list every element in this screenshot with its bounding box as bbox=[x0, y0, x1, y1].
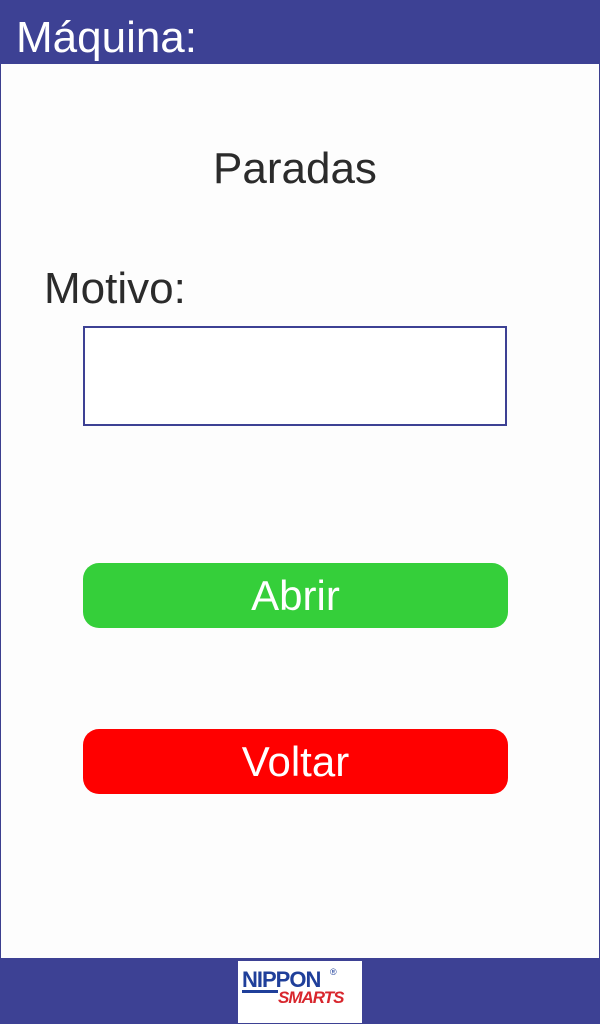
motivo-label: Motivo: bbox=[44, 264, 186, 313]
header-bar: Máquina: bbox=[0, 0, 600, 64]
logo-registered-mark: ® bbox=[330, 967, 337, 977]
voltar-button[interactable]: Voltar bbox=[83, 729, 508, 794]
logo-smarts-text: SMARTS bbox=[278, 988, 344, 1007]
machine-title: Máquina: bbox=[16, 13, 198, 62]
logo-underline bbox=[242, 990, 278, 993]
abrir-button[interactable]: Abrir bbox=[83, 563, 508, 628]
page-title: Paradas bbox=[213, 144, 377, 193]
motivo-input[interactable] bbox=[83, 326, 507, 426]
nippon-smarts-logo: NIPPON ® SMARTS bbox=[238, 961, 362, 1023]
